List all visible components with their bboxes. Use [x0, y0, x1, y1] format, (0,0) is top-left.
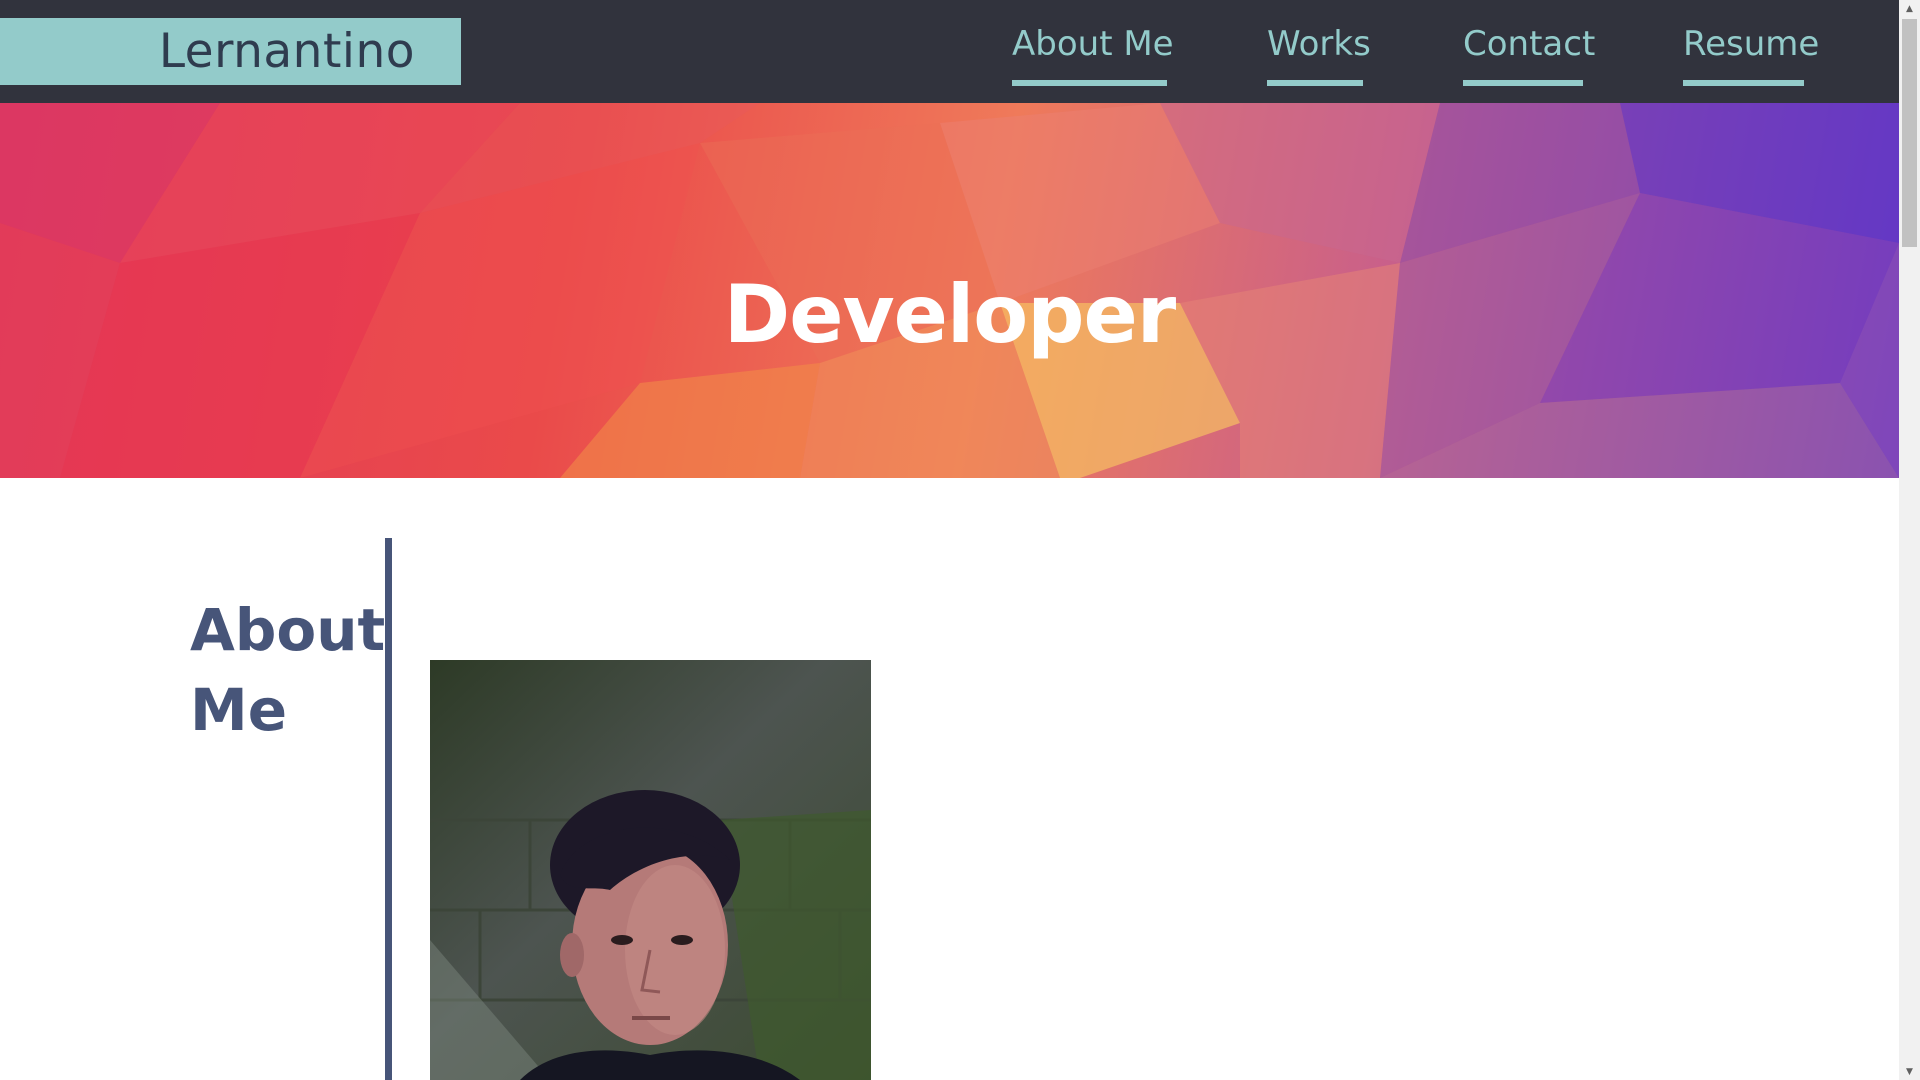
page: Lernantino About Me Works Contact Resume	[0, 0, 1920, 1080]
hero-title: Developer	[723, 268, 1176, 361]
brand-name: Lernantino	[158, 24, 415, 79]
nav-link-contact[interactable]: Contact	[1463, 24, 1595, 86]
brand-logo[interactable]: Lernantino	[0, 18, 461, 85]
about-divider	[385, 538, 392, 1080]
about-me-heading: About Me	[190, 596, 386, 744]
hero-banner: Developer	[0, 103, 1899, 478]
nav-link-about-me[interactable]: About Me	[1012, 24, 1174, 86]
scroll-down-arrow-icon[interactable]: ▼	[1899, 1063, 1920, 1080]
profile-photo	[430, 660, 871, 1080]
nav-link-resume[interactable]: Resume	[1683, 24, 1819, 86]
top-nav-bar: Lernantino About Me Works Contact Resume	[0, 0, 1899, 103]
scroll-thumb[interactable]	[1902, 19, 1917, 247]
scroll-up-arrow-icon[interactable]: ▲	[1899, 0, 1920, 17]
vertical-scrollbar[interactable]: ▲ ▼	[1899, 0, 1920, 1080]
nav-link-works[interactable]: Works	[1267, 24, 1371, 86]
